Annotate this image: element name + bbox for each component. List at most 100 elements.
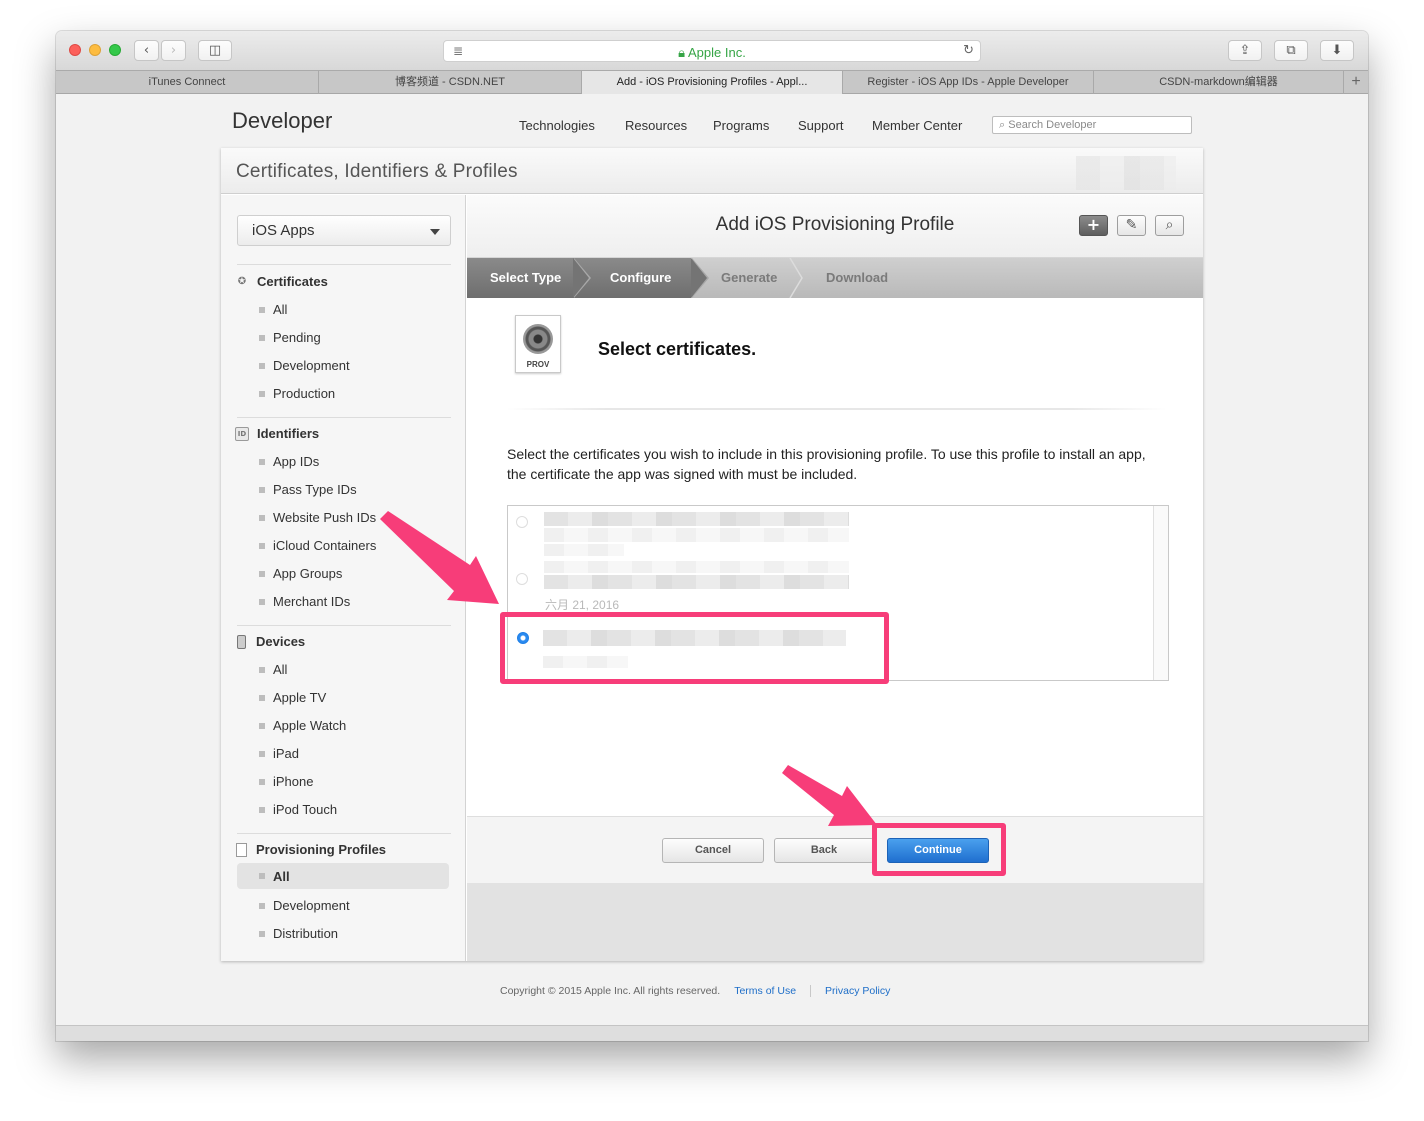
developer-logo[interactable]: Developer xyxy=(226,108,332,134)
sidebar-item-iphone[interactable]: iPhone xyxy=(259,774,313,789)
certificate-icon: ✪ xyxy=(237,276,247,287)
bullet-icon xyxy=(259,542,265,549)
sidebar-item-merchant-ids[interactable]: Merchant IDs xyxy=(259,594,350,609)
step-select-type: Select Type xyxy=(467,258,591,298)
sidebar-item-ipad[interactable]: iPad xyxy=(259,746,299,761)
section-title: Devices xyxy=(256,634,306,649)
nav-programs[interactable]: Programs xyxy=(713,118,769,133)
instructions-text: Select the certificates you wish to incl… xyxy=(507,446,1146,482)
nav-member-center[interactable]: Member Center xyxy=(872,118,962,133)
downloads-button[interactable]: ⬇ xyxy=(1320,40,1354,61)
address-text: Apple Inc. xyxy=(688,45,746,60)
copyright-text: Copyright © 2015 Apple Inc. All rights r… xyxy=(500,985,721,997)
step-label: Generate xyxy=(721,270,778,285)
share-icon: ⇪ xyxy=(1239,43,1251,58)
sidebar-item-website-push-ids[interactable]: Website Push IDs xyxy=(259,510,376,525)
sidebar-item-app-ids[interactable]: App IDs xyxy=(259,454,319,469)
browser-tab[interactable]: 博客频道 - CSDN.NET xyxy=(319,71,582,94)
bullet-icon xyxy=(259,902,265,909)
sidebar-section-certificates[interactable]: ✪ Certificates xyxy=(235,274,328,289)
search-input[interactable]: ⌕ Search Developer xyxy=(992,116,1192,134)
gear-icon xyxy=(523,324,553,354)
chevron-down-icon xyxy=(430,229,440,235)
download-icon: ⬇ xyxy=(1331,43,1343,58)
certificate-name-redacted xyxy=(544,561,849,573)
certificate-radio[interactable] xyxy=(516,573,528,585)
minimize-window-button[interactable] xyxy=(89,44,101,56)
sidebar-item-distribution[interactable]: Distribution xyxy=(259,926,338,941)
step-label: Configure xyxy=(610,270,672,285)
reload-icon[interactable]: ↻ xyxy=(963,43,974,58)
share-button[interactable]: ⇪ xyxy=(1228,40,1262,61)
certificate-radio[interactable] xyxy=(516,516,528,528)
sidebar-item-label: Pass Type IDs xyxy=(273,482,357,497)
search-button[interactable]: ⌕ xyxy=(1155,215,1184,236)
page-title: Certificates, Identifiers & Profiles xyxy=(236,161,518,182)
back-button[interactable]: Back xyxy=(774,838,874,863)
sidebar-item-app-groups[interactable]: App Groups xyxy=(259,566,342,581)
certificate-date: 六月 21, 2016 xyxy=(545,598,620,612)
sidebar-toggle-button[interactable]: ◫ xyxy=(198,40,232,61)
sidebar-item-profiles-all[interactable]: All xyxy=(237,863,449,889)
forward-nav-button[interactable]: › xyxy=(161,40,186,61)
platform-select[interactable]: iOS Apps xyxy=(237,215,451,246)
nav-resources[interactable]: Resources xyxy=(625,118,687,133)
sidebar-item-development[interactable]: Development xyxy=(259,358,350,373)
bullet-icon xyxy=(259,694,265,701)
sidebar-item-production[interactable]: Production xyxy=(259,386,335,401)
lock-icon: 🔒︎ xyxy=(678,45,686,60)
sidebar-divider xyxy=(237,625,451,626)
footer: Copyright © 2015 Apple Inc. All rights r… xyxy=(500,985,890,997)
address-bar[interactable]: ≣ 🔒︎ Apple Inc. ↻ xyxy=(443,40,981,62)
nav-technologies[interactable]: Technologies xyxy=(519,118,595,133)
wizard-steps: Select Type Configure Generate Download xyxy=(467,258,1203,298)
sidebar-divider xyxy=(237,264,451,265)
bullet-icon xyxy=(259,306,265,313)
browser-tab-active[interactable]: Add - iOS Provisioning Profiles - Appl..… xyxy=(582,71,843,94)
edit-button[interactable]: ✎ xyxy=(1117,215,1146,236)
action-bar: Cancel Back Continue xyxy=(467,816,1203,883)
step-label: Download xyxy=(826,270,889,285)
sidebar-item-apple-watch[interactable]: Apple Watch xyxy=(259,718,346,733)
sidebar-item-devices-all[interactable]: All xyxy=(259,662,287,677)
sidebar-item-icloud-containers[interactable]: iCloud Containers xyxy=(259,538,376,553)
sidebar-section-identifiers[interactable]: ID Identifiers xyxy=(235,426,319,441)
new-tab-button[interactable]: + xyxy=(1344,71,1368,94)
sidebar-item-pending[interactable]: Pending xyxy=(259,330,321,345)
search-icon: ⌕ xyxy=(999,118,1006,131)
sidebar-item-profiles-development[interactable]: Development xyxy=(259,898,350,913)
nav-support[interactable]: Support xyxy=(798,118,844,133)
browser-tab[interactable]: iTunes Connect xyxy=(56,71,319,94)
zoom-window-button[interactable] xyxy=(109,44,121,56)
plus-icon: + xyxy=(1086,215,1101,234)
brand-text: Developer xyxy=(232,108,333,133)
list-scrollbar[interactable] xyxy=(1153,506,1168,680)
sidebar-item-ipod-touch[interactable]: iPod Touch xyxy=(259,802,337,817)
sidebar-item-label: iPhone xyxy=(273,774,314,789)
bullet-icon xyxy=(259,806,265,813)
browser-tab[interactable]: CSDN-markdown编辑器 xyxy=(1094,71,1344,94)
sidebar-item-pass-type-ids[interactable]: Pass Type IDs xyxy=(259,482,357,497)
sidebar-item-label: iCloud Containers xyxy=(273,538,377,553)
tabs-overview-button[interactable]: ⧉ xyxy=(1274,40,1308,61)
browser-tab[interactable]: Register - iOS App IDs - Apple Developer xyxy=(843,71,1094,94)
add-button[interactable]: + xyxy=(1079,215,1108,236)
bullet-icon xyxy=(259,722,265,729)
sidebar-item-label: Production xyxy=(273,386,336,401)
cancel-button[interactable]: Cancel xyxy=(662,838,764,863)
close-window-button[interactable] xyxy=(69,44,81,56)
bullet-icon xyxy=(259,390,265,397)
sidebar-section-devices[interactable]: Devices xyxy=(235,634,305,649)
privacy-policy-link[interactable]: Privacy Policy xyxy=(825,985,890,997)
sidebar-item-certificates-all[interactable]: All xyxy=(259,302,287,317)
bullet-icon xyxy=(259,598,265,605)
bullet-icon xyxy=(259,778,265,785)
bullet-icon xyxy=(259,750,265,757)
sidebar-icon: ◫ xyxy=(208,43,222,58)
sidebar-item-apple-tv[interactable]: Apple TV xyxy=(259,690,326,705)
back-nav-button[interactable]: ‹ xyxy=(134,40,159,61)
id-icon: ID xyxy=(235,426,249,441)
bullet-icon xyxy=(259,873,265,879)
terms-of-use-link[interactable]: Terms of Use xyxy=(734,985,796,997)
sidebar-section-provisioning-profiles[interactable]: Provisioning Profiles xyxy=(235,842,386,857)
